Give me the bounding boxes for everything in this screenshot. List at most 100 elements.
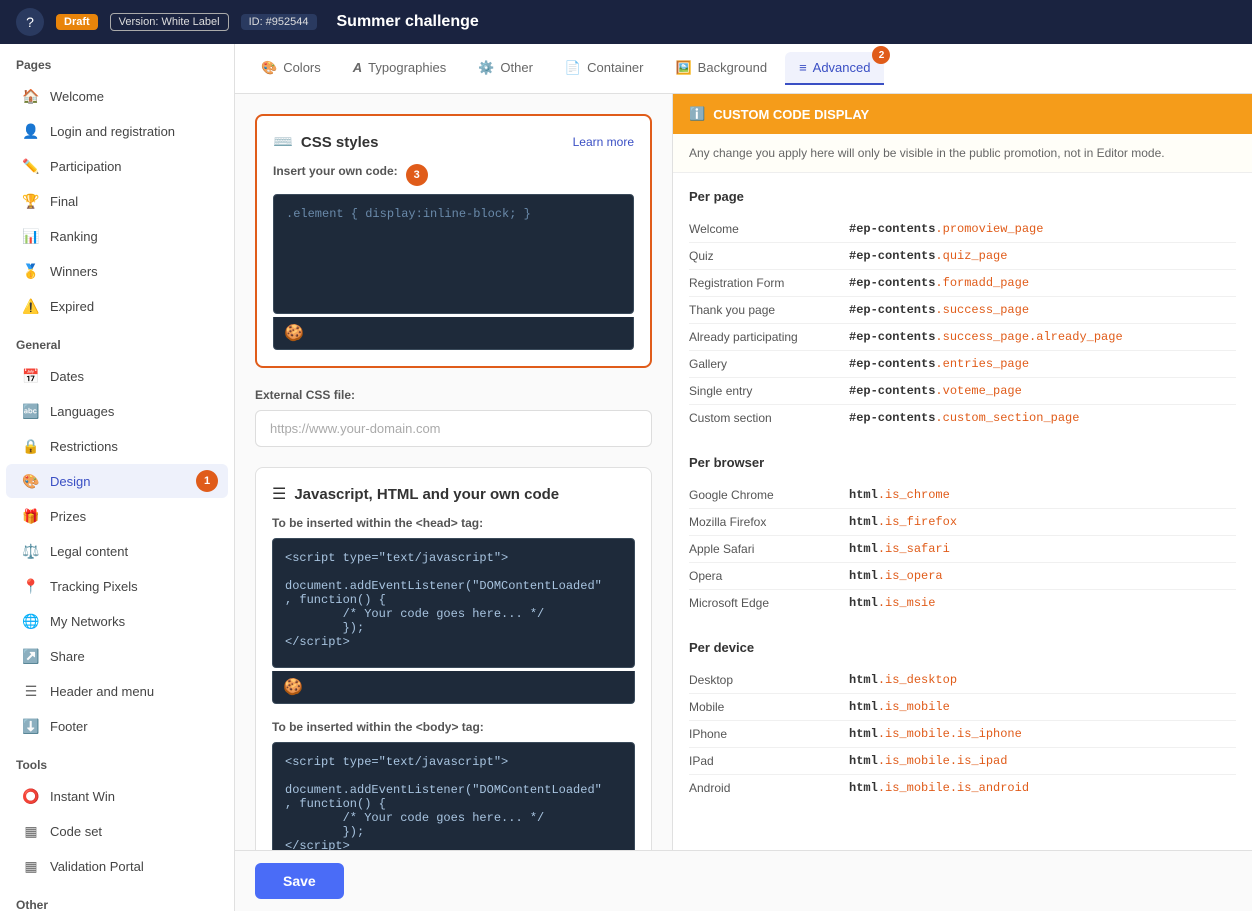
ref-row: Mobile html.is_mobile — [689, 694, 1236, 721]
background-icon: 🖼️ — [675, 60, 691, 76]
ref-row-code: html.is_mobile — [849, 700, 950, 714]
sidebar-item-share[interactable]: ↗️ Share — [6, 639, 228, 673]
ref-row-label: Android — [689, 781, 849, 795]
dates-icon: 📅 — [22, 367, 40, 385]
ref-row-code: #ep-contents.success_page.already_page — [849, 330, 1123, 344]
header-icon: ☰ — [22, 682, 40, 700]
version-badge: Version: White Label — [110, 13, 229, 31]
tab-other[interactable]: ⚙️ Other — [464, 52, 547, 86]
ref-row-code: html.is_mobile.is_android — [849, 781, 1029, 795]
external-css-input[interactable] — [255, 410, 652, 447]
ref-row-code: #ep-contents.custom_section_page — [849, 411, 1079, 425]
networks-icon: 🌐 — [22, 612, 40, 630]
design-icon: 🎨 — [22, 472, 40, 490]
sidebar-item-winners[interactable]: 🥇 Winners — [6, 254, 228, 288]
sidebar-item-footer[interactable]: ⬇️ Footer — [6, 709, 228, 743]
ref-row-code: #ep-contents.quiz_page — [849, 249, 1007, 263]
sidebar-item-restrictions[interactable]: 🔒 Restrictions — [6, 429, 228, 463]
sidebar-item-ranking[interactable]: 📊 Ranking — [6, 219, 228, 253]
ref-row-code: #ep-contents.voteme_page — [849, 384, 1022, 398]
sidebar-item-networks[interactable]: 🌐 My Networks — [6, 604, 228, 638]
ref-row-code: html.is_chrome — [849, 488, 950, 502]
sidebar-item-label: Final — [50, 194, 78, 209]
learn-more-link[interactable]: Learn more — [573, 135, 634, 149]
per-page-title: Per page — [689, 189, 1236, 204]
sidebar-item-dates[interactable]: 📅 Dates — [6, 359, 228, 393]
restrictions-icon: 🔒 — [22, 437, 40, 455]
sidebar-item-welcome[interactable]: 🏠 Welcome — [6, 79, 228, 113]
design-badge: 1 — [196, 470, 218, 492]
custom-code-info: Any change you apply here will only be v… — [673, 134, 1252, 173]
ref-row-label: Quiz — [689, 249, 849, 263]
left-panel: ⌨️ CSS styles Learn more Insert your own… — [235, 94, 672, 850]
tab-label: Typographies — [368, 60, 446, 75]
external-css-section: External CSS file: — [255, 388, 652, 447]
instant-win-icon: ⭕ — [22, 787, 40, 805]
sidebar-item-prizes[interactable]: 🎁 Prizes — [6, 499, 228, 533]
sidebar-item-participation[interactable]: ✏️ Participation — [6, 149, 228, 183]
sidebar-item-code-set[interactable]: ▦ Code set — [6, 814, 228, 848]
sidebar-item-label: Footer — [50, 719, 88, 734]
css-code-input[interactable] — [273, 194, 634, 314]
sidebar-item-instant-win[interactable]: ⭕ Instant Win — [6, 779, 228, 813]
sidebar-item-label: Winners — [50, 264, 98, 279]
ref-row-label: Thank you page — [689, 303, 849, 317]
tab-label: Container — [587, 60, 643, 75]
sidebar-item-label: Expired — [50, 299, 94, 314]
sidebar-item-languages[interactable]: 🔤 Languages — [6, 394, 228, 428]
js-section: ☰ Javascript, HTML and your own code To … — [255, 467, 652, 850]
sidebar-item-validation[interactable]: ▦ Validation Portal — [6, 849, 228, 883]
right-panel: ℹ️ CUSTOM CODE DISPLAY Any change you ap… — [672, 94, 1252, 850]
tab-label: Colors — [283, 60, 321, 75]
code-set-icon: ▦ — [22, 822, 40, 840]
logo-icon: ? — [26, 14, 34, 30]
tab-colors[interactable]: 🎨 Colors — [247, 52, 335, 86]
ref-row-label: Welcome — [689, 222, 849, 236]
head-code-input[interactable]: <script type="text/javascript"> document… — [272, 538, 635, 668]
sidebar-item-expired[interactable]: ⚠️ Expired — [6, 289, 228, 323]
tab-background[interactable]: 🖼️ Background — [661, 52, 781, 86]
sidebar-item-label: Header and menu — [50, 684, 154, 699]
prizes-icon: 🎁 — [22, 507, 40, 525]
ref-row: Microsoft Edge html.is_msie — [689, 590, 1236, 616]
ref-row-label: Opera — [689, 569, 849, 583]
sidebar-item-legal[interactable]: ⚖️ Legal content — [6, 534, 228, 568]
final-icon: 🏆 — [22, 192, 40, 210]
sidebar-item-label: Welcome — [50, 89, 104, 104]
sidebar-item-final[interactable]: 🏆 Final — [6, 184, 228, 218]
sidebar-item-label: Design — [50, 474, 90, 489]
body-code-input[interactable]: <script type="text/javascript"> document… — [272, 742, 635, 850]
ref-row-code: html.is_firefox — [849, 515, 957, 529]
tab-container[interactable]: 📄 Container — [551, 52, 658, 86]
ref-row-label: Google Chrome — [689, 488, 849, 502]
tab-advanced[interactable]: ≡ Advanced 2 — [785, 52, 884, 85]
custom-code-title: CUSTOM CODE DISPLAY — [713, 107, 869, 122]
sidebar-item-label: Instant Win — [50, 789, 115, 804]
tab-typographies[interactable]: A Typographies — [339, 52, 460, 85]
tab-label: Other — [500, 60, 533, 75]
css-styles-icon: ⌨️ — [273, 132, 293, 152]
sidebar-item-label: Code set — [50, 824, 102, 839]
main-layout: Pages 🏠 Welcome 👤 Login and registration… — [0, 44, 1252, 911]
sidebar-item-design[interactable]: 🎨 Design 1 — [6, 464, 228, 498]
sidebar-item-tracking[interactable]: 📍 Tracking Pixels — [6, 569, 228, 603]
ref-row-label: Custom section — [689, 411, 849, 425]
page-title: Summer challenge — [337, 13, 479, 31]
sidebar-item-label: Restrictions — [50, 439, 118, 454]
insert-code-label: Insert your own code: — [273, 164, 398, 178]
ref-row-code: html.is_mobile.is_ipad — [849, 754, 1007, 768]
ref-row-code: html.is_opera — [849, 569, 943, 583]
languages-icon: 🔤 — [22, 402, 40, 420]
js-icon: ☰ — [272, 484, 286, 504]
save-button[interactable]: Save — [255, 863, 344, 899]
ref-row: Registration Form #ep-contents.formadd_p… — [689, 270, 1236, 297]
per-browser-section: Per browser Google Chrome html.is_chrome… — [673, 447, 1252, 632]
ref-row: Custom section #ep-contents.custom_secti… — [689, 405, 1236, 431]
sidebar-item-label: Legal content — [50, 544, 128, 559]
head-cookie-bar: 🍪 — [272, 671, 635, 704]
sidebar-item-login[interactable]: 👤 Login and registration — [6, 114, 228, 148]
ref-row: IPhone html.is_mobile.is_iphone — [689, 721, 1236, 748]
sidebar-item-header[interactable]: ☰ Header and menu — [6, 674, 228, 708]
ref-row-label: IPad — [689, 754, 849, 768]
per-device-section: Per device Desktop html.is_desktop Mobil… — [673, 632, 1252, 817]
